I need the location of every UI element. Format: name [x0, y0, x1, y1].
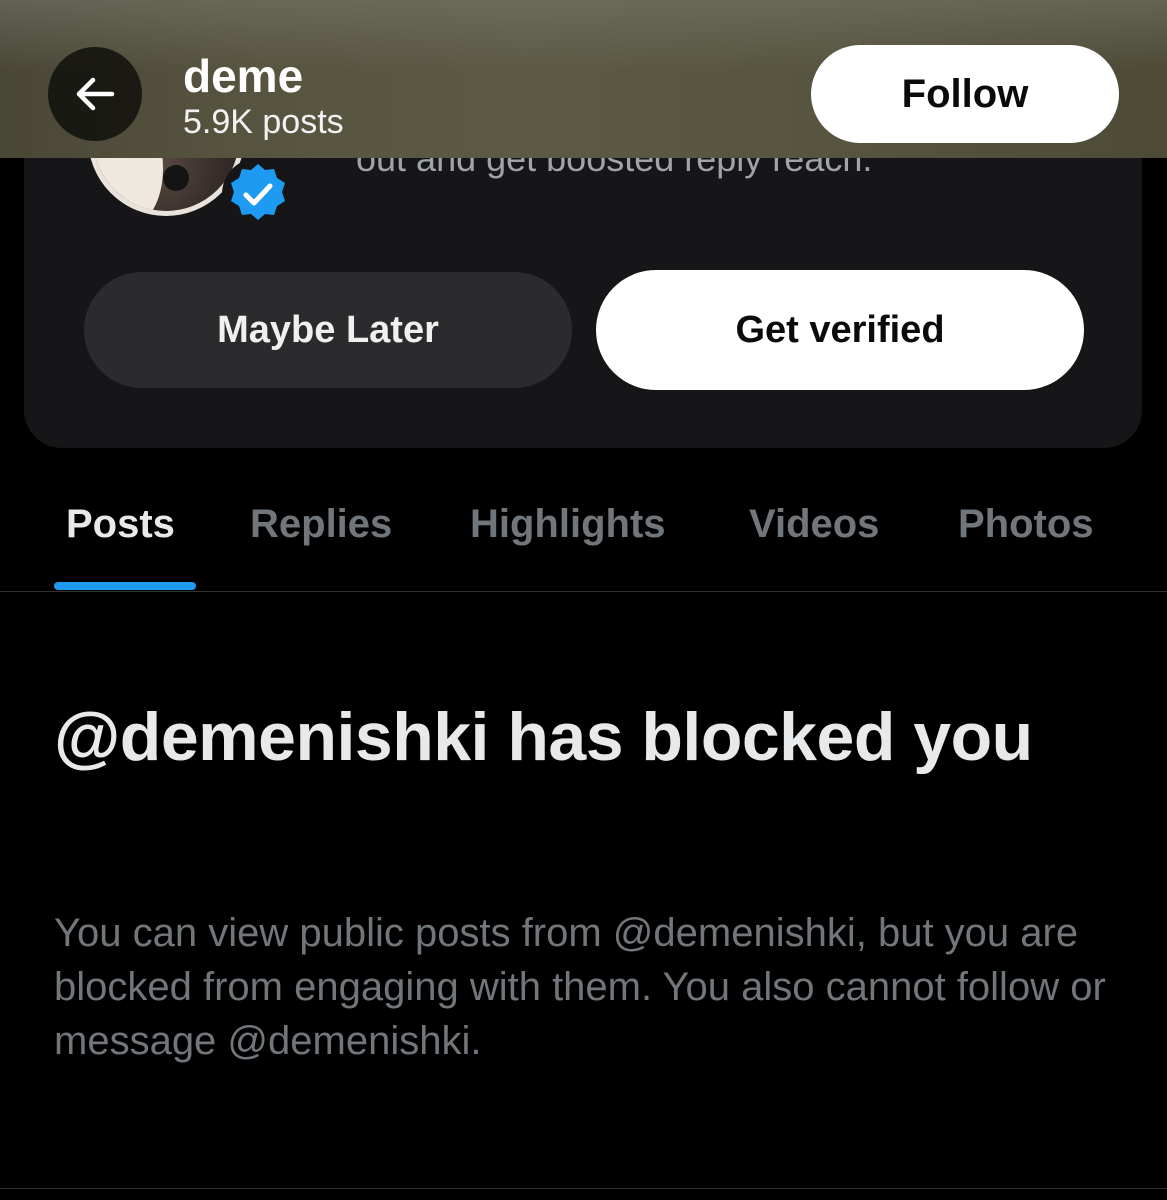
tab-replies[interactable]: Replies: [250, 502, 392, 547]
follow-button[interactable]: Follow: [811, 45, 1119, 143]
profile-name: deme: [183, 50, 304, 102]
blocked-description: You can view public posts from @demenish…: [54, 911, 1106, 1063]
back-button[interactable]: [48, 47, 142, 141]
bottom-divider: [0, 1188, 1167, 1189]
get-verified-button[interactable]: Get verified: [596, 270, 1084, 390]
verified-badge-icon: [222, 158, 294, 230]
profile-header: deme 5.9K posts Follow: [0, 0, 1167, 158]
avatar-detail-shape: [163, 165, 189, 191]
tab-videos[interactable]: Videos: [749, 502, 879, 547]
tabs-divider: [0, 591, 1167, 592]
tab-highlights[interactable]: Highlights: [470, 502, 666, 547]
blocked-title: @demenishki has blocked you: [54, 699, 1033, 775]
maybe-later-button[interactable]: Maybe Later: [84, 272, 572, 388]
profile-tabs: Posts Replies Highlights Videos Photos: [0, 480, 1167, 592]
arrow-left-icon: [76, 77, 115, 111]
active-tab-indicator: [54, 582, 196, 590]
tab-posts[interactable]: Posts: [66, 502, 175, 547]
profile-page: out and get boosted reply reach. Maybe L…: [0, 0, 1167, 1200]
tab-photos[interactable]: Photos: [958, 502, 1094, 547]
posts-count: 5.9K posts: [183, 103, 344, 141]
